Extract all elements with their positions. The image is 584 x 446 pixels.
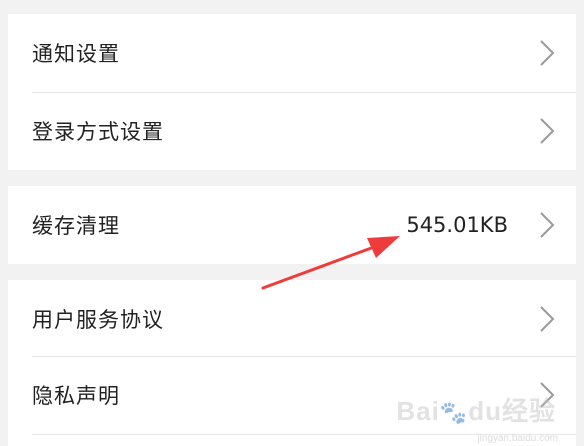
notification-settings-row[interactable]: 通知设置 xyxy=(8,14,576,92)
chevron-right-icon xyxy=(540,306,555,332)
user-service-agreement-row[interactable]: 用户服务协议 xyxy=(8,280,576,358)
notification-settings-label: 通知设置 xyxy=(32,42,120,66)
clear-cache-label: 缓存清理 xyxy=(32,214,120,238)
settings-screen: 通知设置 登录方式设置 缓存清理 545.01KB 用户服务协议 隐私声明 Ba… xyxy=(0,0,584,446)
cache-size-value: 545.01KB xyxy=(406,213,508,237)
user-service-agreement-label: 用户服务协议 xyxy=(32,308,164,332)
chevron-right-icon xyxy=(540,118,555,144)
chevron-right-icon xyxy=(540,212,555,238)
baidu-watermark-logo: Bai🐾du经验 xyxy=(396,396,556,426)
chevron-right-icon xyxy=(540,40,555,66)
login-method-settings-label: 登录方式设置 xyxy=(32,120,164,144)
settings-group-2: 缓存清理 545.01KB xyxy=(8,186,576,264)
baidu-watermark-url: jingyan.baidu.com xyxy=(477,433,558,444)
clear-cache-row[interactable]: 缓存清理 545.01KB xyxy=(8,186,576,264)
settings-group-1: 通知设置 登录方式设置 xyxy=(8,14,576,170)
privacy-statement-label: 隐私声明 xyxy=(32,384,120,408)
login-method-settings-row[interactable]: 登录方式设置 xyxy=(8,92,576,170)
